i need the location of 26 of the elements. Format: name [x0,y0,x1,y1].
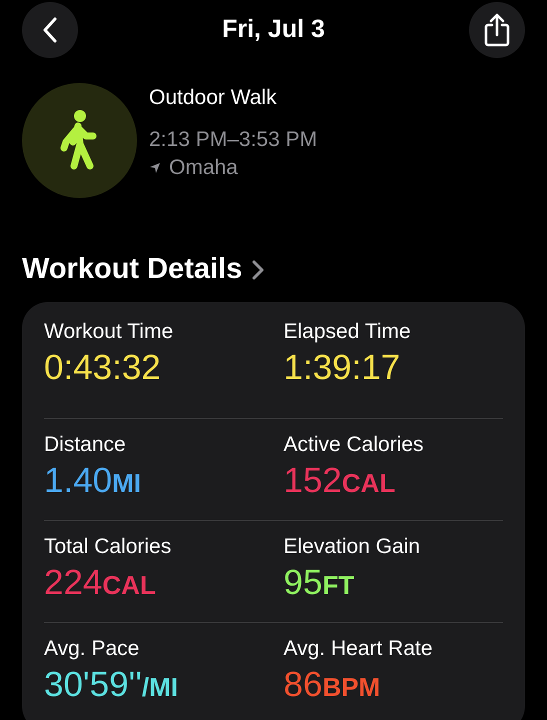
workout-time-range: 2:13 PM–3:53 PM [149,127,318,153]
metric-label: Avg. Pace [44,636,140,662]
metric-value: 0:43:32 [44,347,162,389]
workout-details-link[interactable]: Workout Details [0,252,286,288]
back-icon [42,17,58,43]
metric-value: 86BPM [284,664,382,706]
metric-value: 95FT [284,562,356,604]
metric-value: 1:39:17 [284,347,402,389]
chevron-icon [252,260,264,280]
metric-label: Distance [44,432,127,458]
metric-value: 224CAL [44,562,157,604]
header-title: Fri, Jul 3 [222,14,325,46]
metric-value: 1.40MI [44,460,142,502]
metric-label: Elevation Gain [284,534,422,560]
metric-label: Avg. Heart Rate [284,636,434,662]
share-icon [483,13,511,47]
metric-label: Total Calories [44,534,172,560]
metric-label: Active Calories [284,432,425,458]
workout-location: Omaha [169,155,238,181]
location-arrow-icon [149,162,161,174]
walking-figure-icon [60,110,100,172]
metric-label: Workout Time [44,319,174,345]
workout-name: Outdoor Walk [149,85,278,111]
metric-value: 152CAL [284,460,396,502]
metric-value: 30'59''/MI [44,664,180,706]
metric-label: Elapsed Time [284,319,412,345]
